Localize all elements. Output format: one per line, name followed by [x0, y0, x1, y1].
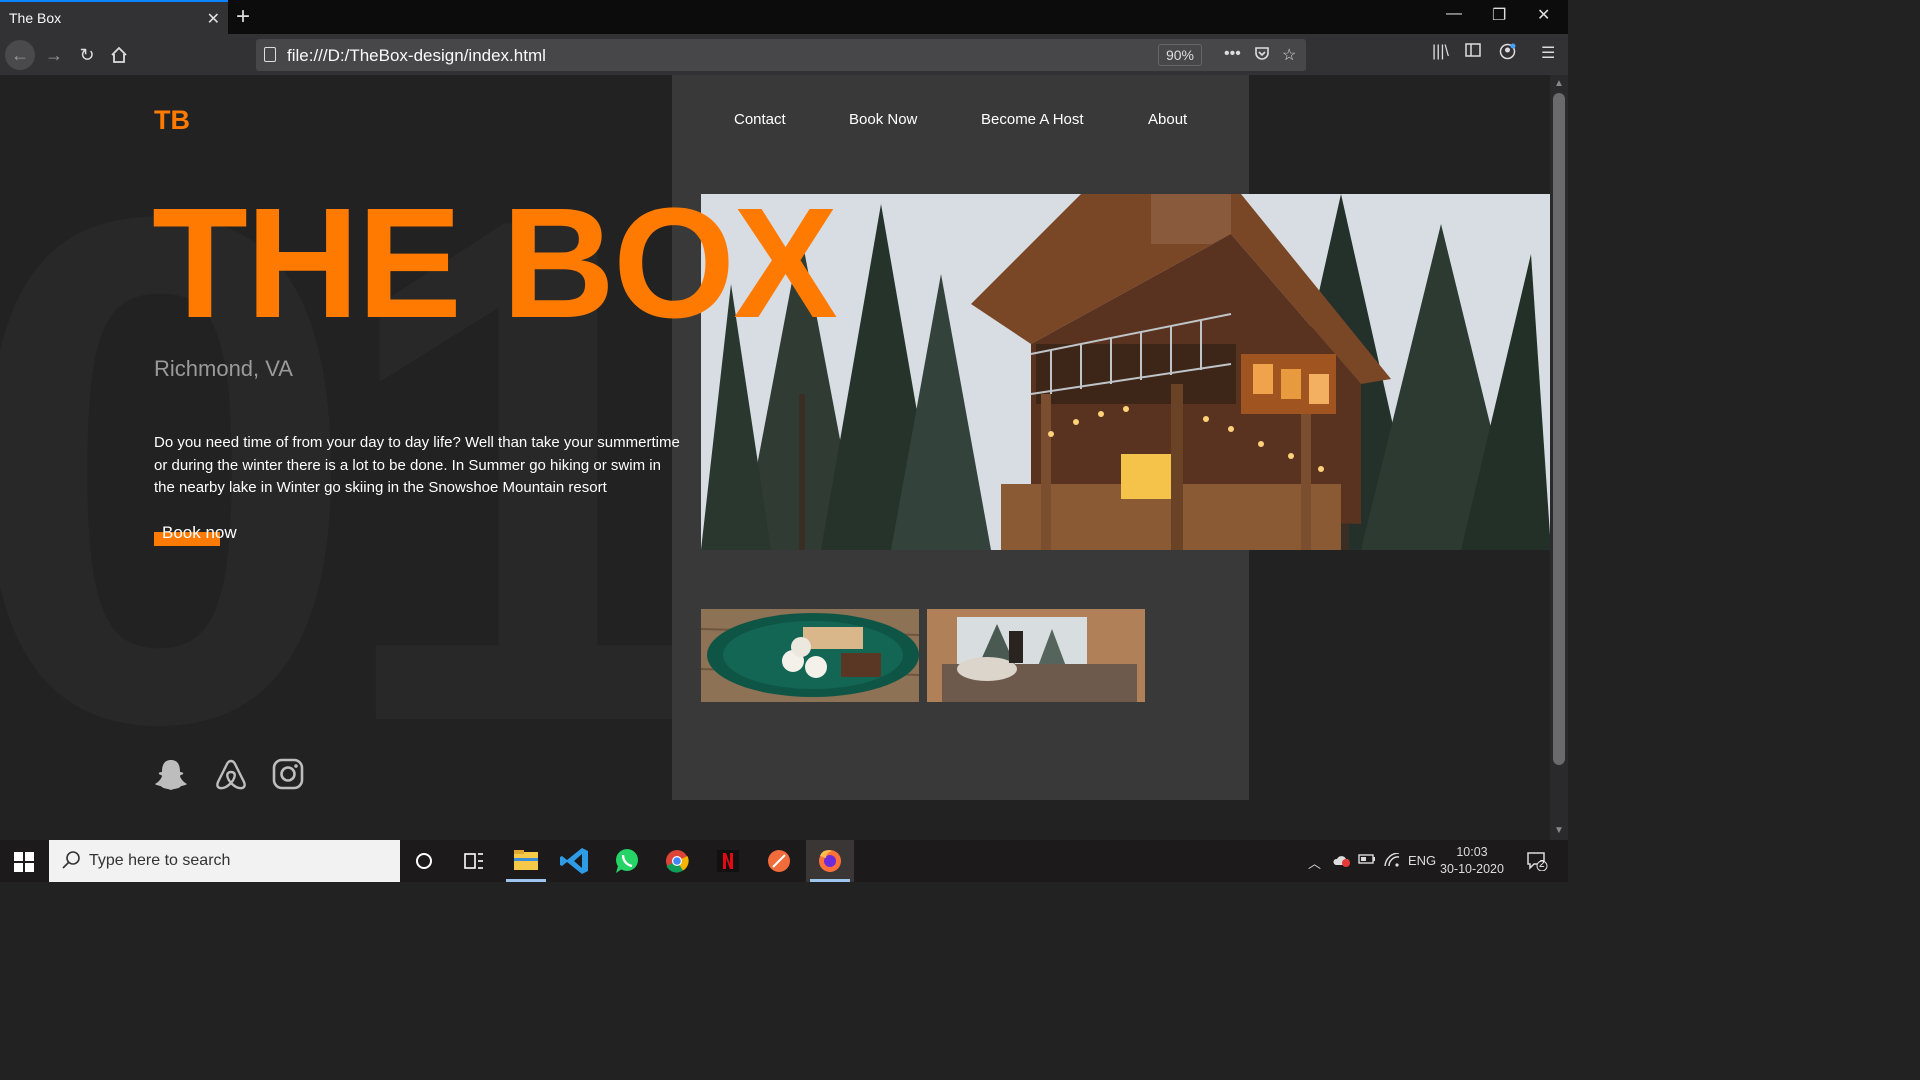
whatsapp-icon[interactable] [602, 840, 650, 882]
search-placeholder: Type here to search [89, 852, 231, 869]
new-tab-icon[interactable]: + [236, 3, 250, 31]
url-text[interactable]: file:///D:/TheBox-design/index.html [287, 46, 546, 66]
system-clock[interactable]: 10:03 30-10-2020 [1440, 844, 1504, 878]
clock-time: 10:03 [1456, 845, 1488, 859]
book-now-label: Book now [162, 523, 237, 542]
search-icon [61, 850, 81, 875]
minimize-icon[interactable]: — [1446, 5, 1462, 23]
netflix-icon[interactable] [704, 840, 752, 882]
instagram-icon[interactable] [272, 758, 304, 795]
notification-center-icon[interactable]: 2 [1526, 851, 1548, 874]
cortana-icon[interactable] [400, 840, 448, 882]
show-hidden-icons[interactable]: ︿ [1308, 853, 1321, 872]
active-indicator [506, 879, 546, 882]
page-icon [264, 47, 276, 62]
address-bar[interactable]: file:///D:/TheBox-design/index.html 90% … [256, 39, 1306, 71]
tab-bar: The Box ✕ + — ❐ ✕ [0, 0, 1568, 34]
tab-title: The Box [9, 10, 62, 26]
page-actions-icon[interactable]: ••• [1224, 45, 1241, 63]
language-indicator[interactable]: ENG [1408, 853, 1436, 868]
smores-plate-image [701, 609, 919, 702]
nav-about[interactable]: About [1148, 111, 1187, 128]
browser-app-icon[interactable] [755, 840, 803, 882]
active-indicator [810, 879, 850, 882]
account-icon[interactable] [1499, 43, 1516, 65]
book-now-button[interactable]: Book now [154, 522, 254, 548]
file-explorer-icon[interactable] [502, 840, 550, 882]
reload-icon[interactable]: ↻ [72, 40, 102, 70]
description-text: Do you need time of from your day to day… [154, 434, 680, 496]
windows-start-icon[interactable] [14, 852, 34, 877]
clock-date: 30-10-2020 [1440, 862, 1504, 876]
back-arrow-icon[interactable]: ← [5, 40, 35, 70]
nav-book-now[interactable]: Book Now [849, 111, 917, 128]
close-window-icon[interactable]: ✕ [1537, 5, 1550, 25]
windows-taskbar: Type here to search ︿ ENG 10:03 30-10-20… [0, 840, 1568, 882]
navigation-toolbar: ← → ↻ file:///D:/TheBox-design/index.htm… [0, 34, 1568, 75]
zoom-level[interactable]: 90% [1158, 44, 1202, 66]
bookmark-star-icon[interactable]: ☆ [1282, 45, 1296, 65]
chrome-icon[interactable] [653, 840, 701, 882]
browser-tab[interactable]: The Box ✕ [0, 0, 228, 34]
notification-count: 2 [1539, 859, 1545, 870]
location-text: Richmond, VA [154, 356, 293, 381]
close-tab-icon[interactable]: ✕ [207, 9, 220, 29]
onedrive-icon[interactable] [1332, 853, 1350, 870]
cabin-bedroom-image [927, 609, 1145, 702]
snapchat-icon[interactable] [154, 758, 188, 797]
airbnb-icon[interactable] [215, 758, 247, 797]
wifi-icon[interactable] [1383, 852, 1401, 870]
task-view-icon[interactable] [450, 840, 498, 882]
home-icon[interactable] [104, 40, 134, 70]
nav-contact[interactable]: Contact [734, 111, 786, 128]
taskbar-search[interactable]: Type here to search [49, 840, 400, 882]
scroll-up-icon[interactable]: ▲ [1554, 78, 1564, 89]
library-icon[interactable]: |||\ [1432, 43, 1449, 61]
pocket-icon[interactable] [1254, 45, 1270, 66]
page-viewport: 01 TB Contact Book Now Become A Host Abo… [0, 75, 1550, 840]
battery-icon[interactable] [1358, 853, 1376, 868]
nav-become-a-host[interactable]: Become A Host [981, 111, 1084, 128]
site-logo[interactable]: TB [154, 105, 190, 136]
firefox-icon[interactable] [806, 840, 854, 882]
forward-arrow-icon[interactable]: → [39, 40, 69, 70]
hero-title: THE BOX [152, 176, 838, 351]
vertical-scrollbar[interactable]: ▲ ▼ [1550, 75, 1568, 840]
sidebar-icon[interactable] [1465, 43, 1481, 62]
vscode-icon[interactable] [552, 840, 600, 882]
scroll-down-icon[interactable]: ▼ [1554, 825, 1564, 836]
scroll-thumb[interactable] [1553, 93, 1565, 765]
menu-hamburger-icon[interactable]: ☰ [1541, 43, 1555, 63]
restore-icon[interactable]: ❐ [1492, 5, 1506, 25]
